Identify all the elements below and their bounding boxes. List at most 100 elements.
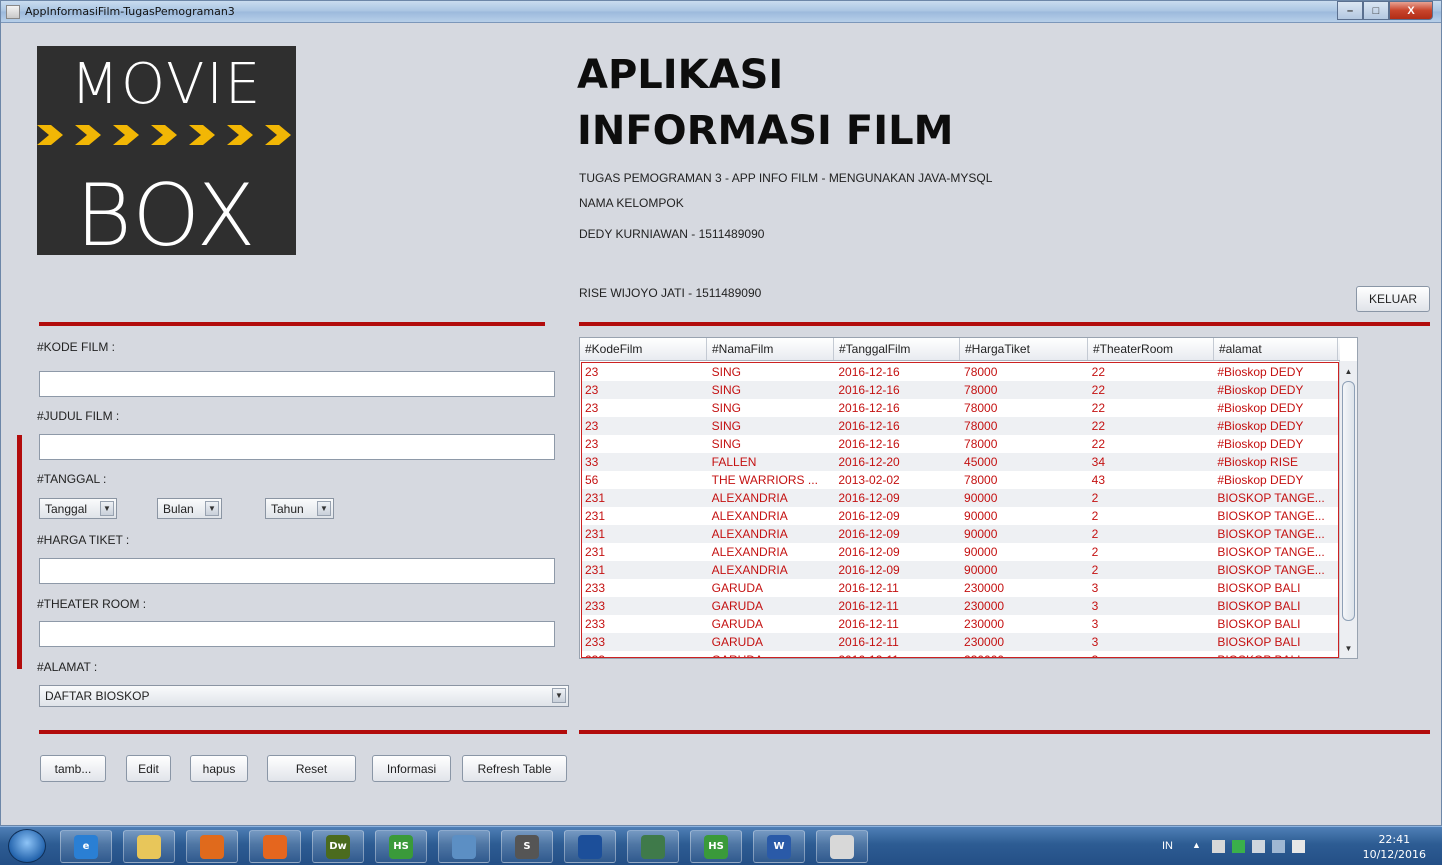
table-cell: 3 bbox=[1091, 635, 1099, 649]
start-button[interactable] bbox=[8, 829, 46, 863]
table-cell: 2 bbox=[1091, 527, 1099, 541]
hapus-button[interactable]: hapus bbox=[190, 755, 248, 782]
taskbar-item[interactable] bbox=[249, 830, 301, 863]
table-row[interactable]: 233GARUDA2016-12-112300003BIOSKOP BALI bbox=[582, 633, 1338, 651]
table-cell: 2 bbox=[1091, 563, 1099, 577]
tanggal-dropdown[interactable]: Tanggal ▼ bbox=[39, 498, 117, 519]
kode-film-input[interactable] bbox=[39, 371, 555, 397]
reset-button[interactable]: Reset bbox=[267, 755, 356, 782]
table-cell: 233 bbox=[585, 617, 606, 631]
taskbar-item[interactable]: e bbox=[60, 830, 112, 863]
exit-button[interactable]: KELUAR bbox=[1356, 286, 1430, 312]
table-cell: BIOSKOP BALI bbox=[1214, 651, 1338, 657]
title-bar[interactable]: AppInformasiFilm-TugasPemograman3 – □ X bbox=[1, 1, 1441, 23]
table-row[interactable]: 33 FALLEN 2016-12-20 45000 34 #Bioskop RISE bbox=[582, 453, 1338, 471]
chevron-down-icon: ▼ bbox=[552, 688, 566, 703]
table-row[interactable]: 23 SING 2016-12-16 78000 22 #Bioskop DEDY bbox=[582, 381, 1338, 399]
edit-button[interactable]: Edit bbox=[126, 755, 171, 782]
scroll-up-icon[interactable]: ▲ bbox=[1340, 363, 1357, 379]
tambah-button[interactable]: tamb... bbox=[40, 755, 106, 782]
table-cell: 230000 bbox=[964, 635, 1005, 649]
taskbar-item[interactable]: HS bbox=[375, 830, 427, 863]
window-title: AppInformasiFilm-TugasPemograman3 bbox=[25, 5, 235, 18]
judul-film-input[interactable] bbox=[39, 434, 555, 460]
column-header-theaterroom[interactable]: #TheaterRoom bbox=[1088, 338, 1214, 360]
theater-room-input[interactable] bbox=[39, 621, 555, 647]
table-row[interactable]: 233GARUDA2016-12-112300003BIOSKOP BALI bbox=[582, 615, 1338, 633]
harga-tiket-input[interactable] bbox=[39, 558, 555, 584]
table-cell: 3 bbox=[1091, 617, 1099, 631]
table-row[interactable]: 56 THE WARRIORS ... 2013-02-02 78000 43 #Bios… bbox=[582, 471, 1338, 489]
taskbar-item[interactable] bbox=[627, 830, 679, 863]
app-subtitle: TUGAS PEMOGRAMAN 3 - APP INFO FILM - MEN… bbox=[579, 171, 993, 185]
column-header-namafilm[interactable]: #NamaFilm bbox=[707, 338, 834, 360]
scroll-down-icon[interactable]: ▼ bbox=[1340, 640, 1357, 656]
table-row[interactable]: 231 ALEXANDRIA 2016-12-09 90000 2 BIOSKOP TAN… bbox=[582, 507, 1338, 525]
taskbar-item[interactable]: HS bbox=[690, 830, 742, 863]
taskbar-item[interactable]: W bbox=[753, 830, 805, 863]
table-cell: 3 bbox=[1089, 651, 1215, 657]
taskbar-item[interactable]: Dw bbox=[312, 830, 364, 863]
table-cell: GARUDA bbox=[711, 581, 764, 595]
logo-line-movie: MOVIE bbox=[70, 52, 263, 117]
table-cell: BIOSKOP TANGE... bbox=[1217, 545, 1325, 559]
java-icon bbox=[830, 834, 854, 859]
taskbar-item[interactable] bbox=[123, 830, 175, 863]
table-cell: 78000 bbox=[964, 365, 998, 379]
alamat-dropdown[interactable]: DAFTAR BIOSKOP ▼ bbox=[39, 685, 569, 707]
table-cell: GARUDA bbox=[711, 635, 764, 649]
table-row[interactable]: 231 ALEXANDRIA 2016-12-09 90000 2 BIOSKOP TAN… bbox=[582, 525, 1338, 543]
film-table[interactable]: #KodeFilm #NamaFilm #TanggalFilm #HargaT… bbox=[579, 337, 1358, 659]
tray-expand-icon[interactable]: ▲ bbox=[1192, 840, 1205, 853]
table-cell: BIOSKOP TANGE... bbox=[1217, 527, 1325, 541]
taskbar-item[interactable] bbox=[816, 830, 868, 863]
table-cell: #Bioskop DEDY bbox=[1217, 473, 1304, 487]
taskbar-item[interactable] bbox=[186, 830, 238, 863]
table-cell: BIOSKOP BALI bbox=[1217, 635, 1301, 649]
table-row[interactable]: 23 SING 2016-12-16 78000 22 #Bioskop DEDY bbox=[582, 399, 1338, 417]
table-cell: 78000 bbox=[964, 401, 998, 415]
minimize-button[interactable]: – bbox=[1337, 1, 1363, 20]
volume-icon[interactable] bbox=[1292, 840, 1305, 853]
column-header-tanggalfilm[interactable]: #TanggalFilm bbox=[834, 338, 960, 360]
table-cell: 78000 bbox=[964, 419, 998, 433]
column-header-kodefilm[interactable]: #KodeFilm bbox=[580, 338, 707, 360]
divider-right-top bbox=[579, 322, 1430, 326]
tahun-dropdown[interactable]: Tahun ▼ bbox=[265, 498, 334, 519]
table-row[interactable]: 23 SING 2016-12-16 78000 22 #Bioskop DEDY bbox=[582, 363, 1338, 381]
column-header-hargatiket[interactable]: #HargaTiket bbox=[960, 338, 1088, 360]
taskbar-item[interactable] bbox=[564, 830, 616, 863]
taskbar-item[interactable] bbox=[438, 830, 490, 863]
table-cell: 43 bbox=[1091, 473, 1106, 487]
table-row[interactable]: 231 ALEXANDRIA 2016-12-09 90000 2 BIOSKOP TAN… bbox=[582, 489, 1338, 507]
table-row[interactable]: 231 ALEXANDRIA 2016-12-09 90000 2 BIOSKOP TAN… bbox=[582, 543, 1338, 561]
network-icon[interactable] bbox=[1212, 840, 1225, 853]
table-row[interactable]: 233GARUDA2016-12-112300003BIOSKOP BALI bbox=[582, 651, 1338, 657]
table-cell: 23 bbox=[585, 437, 599, 451]
device-icon[interactable] bbox=[1252, 840, 1265, 853]
judul-film-label: #JUDUL FILM : bbox=[37, 409, 120, 423]
table-row[interactable]: 23 SING 2016-12-16 78000 22 #Bioskop DEDY bbox=[582, 435, 1338, 453]
signal-icon[interactable] bbox=[1272, 840, 1285, 853]
clock-time: 22:41 bbox=[1378, 833, 1411, 846]
column-header-alamat[interactable]: #alamat bbox=[1214, 338, 1338, 360]
table-cell: 22 bbox=[1091, 437, 1106, 451]
scroll-thumb[interactable] bbox=[1342, 381, 1355, 621]
bulan-dropdown[interactable]: Bulan ▼ bbox=[157, 498, 222, 519]
table-cell: 23 bbox=[585, 383, 599, 397]
table-row[interactable]: 233GARUDA2016-12-112300003BIOSKOP BALI bbox=[582, 597, 1338, 615]
language-indicator[interactable]: IN bbox=[1162, 840, 1173, 852]
table-row[interactable]: 233GARUDA2016-12-112300003BIOSKOP BALI bbox=[582, 579, 1338, 597]
table-row[interactable]: 23 SING 2016-12-16 78000 22 #Bioskop DEDY bbox=[582, 417, 1338, 435]
informasi-button[interactable]: Informasi bbox=[372, 755, 451, 782]
hotspot-shield-icon: HS bbox=[704, 834, 728, 859]
close-button[interactable]: X bbox=[1389, 1, 1433, 20]
table-scrollbar[interactable]: ▲ ▼ bbox=[1339, 361, 1357, 658]
clock[interactable]: 22:41 10/12/2016 bbox=[1363, 832, 1426, 862]
refresh-table-button[interactable]: Refresh Table bbox=[462, 755, 567, 782]
antivirus-icon[interactable] bbox=[1232, 840, 1245, 853]
table-cell: 23 bbox=[585, 401, 599, 415]
table-row[interactable]: 231 ALEXANDRIA 2016-12-09 90000 2 BIOSKOP TAN… bbox=[582, 561, 1338, 579]
taskbar-item[interactable]: S bbox=[501, 830, 553, 863]
maximize-button[interactable]: □ bbox=[1363, 1, 1389, 20]
